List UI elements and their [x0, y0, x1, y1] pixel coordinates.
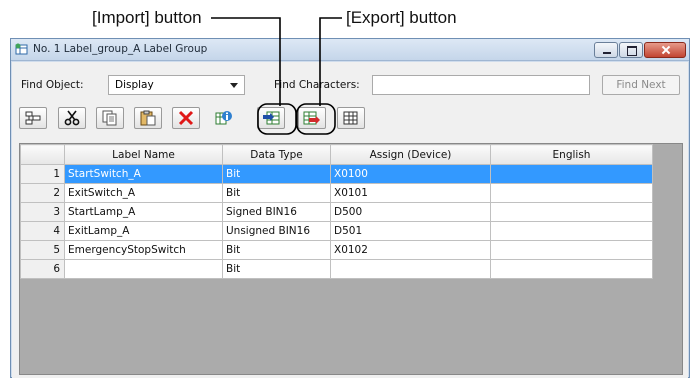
data-type-cell[interactable]: Bit: [222, 164, 331, 184]
label-group-panel: Find Object: Display Find Characters: Fi…: [12, 62, 688, 378]
copy-icon: [102, 110, 117, 126]
row-number[interactable]: 3: [20, 202, 65, 222]
label-name-cell[interactable]: ExitSwitch_A: [64, 183, 223, 203]
device-cell[interactable]: [330, 259, 491, 279]
window-title: No. 1 Label_group_A Label Group: [33, 43, 208, 55]
maximize-button[interactable]: [619, 42, 643, 58]
label-name-cell[interactable]: EmergencyStopSwitch: [64, 240, 223, 260]
data-type-cell[interactable]: Bit: [222, 240, 331, 260]
header-data-type[interactable]: Data Type: [222, 144, 331, 165]
copy-button[interactable]: [96, 107, 124, 129]
scissors-icon: [64, 110, 80, 126]
table-icon: [343, 111, 358, 125]
label-group-window: No. 1 Label_group_A Label Group Find Obj…: [10, 38, 690, 378]
table-settings-button[interactable]: [337, 107, 365, 129]
find-object-label: Find Object:: [21, 79, 84, 91]
english-cell[interactable]: [490, 202, 653, 222]
device-cell[interactable]: X0102: [330, 240, 491, 260]
english-cell[interactable]: [490, 240, 653, 260]
row-number[interactable]: 5: [20, 240, 65, 260]
window-icon: [15, 43, 28, 55]
label-name-cell[interactable]: [64, 259, 223, 279]
paste-icon: [140, 110, 156, 126]
english-cell[interactable]: [490, 259, 653, 279]
english-cell[interactable]: [490, 164, 653, 184]
table-row[interactable]: 5 EmergencyStopSwitch Bit X0102: [20, 240, 653, 260]
row-number[interactable]: 1: [20, 164, 65, 184]
device-cell[interactable]: D501: [330, 221, 491, 241]
insert-row-button[interactable]: [19, 107, 47, 129]
row-number[interactable]: 6: [20, 259, 65, 279]
header-english[interactable]: English: [490, 144, 653, 165]
close-button[interactable]: [644, 42, 686, 58]
minimize-button[interactable]: [594, 42, 618, 58]
import-button[interactable]: [257, 107, 285, 129]
cut-button[interactable]: [58, 107, 86, 129]
import-callout-label: [Import] button: [92, 8, 202, 27]
info-icon: [215, 111, 232, 125]
header-corner[interactable]: [20, 144, 65, 165]
data-type-cell[interactable]: Signed BIN16: [222, 202, 331, 222]
paste-button[interactable]: [134, 107, 162, 129]
red-x-icon: [178, 110, 194, 126]
data-type-cell[interactable]: Bit: [222, 259, 331, 279]
chevron-down-icon: [230, 83, 238, 88]
device-cell[interactable]: X0101: [330, 183, 491, 203]
delete-button[interactable]: [172, 107, 200, 129]
table-row[interactable]: 3 StartLamp_A Signed BIN16 D500: [20, 202, 653, 222]
data-type-cell[interactable]: Unsigned BIN16: [222, 221, 331, 241]
title-bar[interactable]: No. 1 Label_group_A Label Group: [11, 39, 689, 61]
row-number[interactable]: 4: [20, 221, 65, 241]
english-cell[interactable]: [490, 183, 653, 203]
data-type-cell[interactable]: Bit: [222, 183, 331, 203]
device-cell[interactable]: D500: [330, 202, 491, 222]
english-cell[interactable]: [490, 221, 653, 241]
export-icon: [303, 111, 320, 125]
label-table: Label Name Data Type Assign (Device) Eng…: [20, 144, 653, 279]
device-cell[interactable]: X0100: [330, 164, 491, 184]
insert-row-icon: [25, 111, 41, 125]
table-header-row: Label Name Data Type Assign (Device) Eng…: [20, 144, 653, 165]
table-row[interactable]: 4 ExitLamp_A Unsigned BIN16 D501: [20, 221, 653, 241]
table-row[interactable]: 2 ExitSwitch_A Bit X0101: [20, 183, 653, 203]
find-characters-label: Find Characters:: [274, 79, 360, 91]
label-name-cell[interactable]: StartSwitch_A: [64, 164, 223, 184]
find-next-button[interactable]: Find Next: [602, 75, 680, 95]
find-object-value: Display: [115, 79, 154, 91]
export-button[interactable]: [298, 107, 326, 129]
property-button[interactable]: [210, 107, 238, 129]
export-callout-label: [Export] button: [346, 8, 457, 27]
find-characters-input[interactable]: [372, 75, 590, 95]
label-table-area: Label Name Data Type Assign (Device) Eng…: [19, 143, 683, 375]
header-assign-device[interactable]: Assign (Device): [330, 144, 491, 165]
row-number[interactable]: 2: [20, 183, 65, 203]
table-row[interactable]: 1 StartSwitch_A Bit X0100: [20, 164, 653, 184]
import-icon: [263, 111, 280, 125]
header-label-name[interactable]: Label Name: [64, 144, 223, 165]
label-name-cell[interactable]: ExitLamp_A: [64, 221, 223, 241]
label-name-cell[interactable]: StartLamp_A: [64, 202, 223, 222]
table-row[interactable]: 6 Bit: [20, 259, 653, 279]
find-object-select[interactable]: Display: [108, 75, 245, 95]
